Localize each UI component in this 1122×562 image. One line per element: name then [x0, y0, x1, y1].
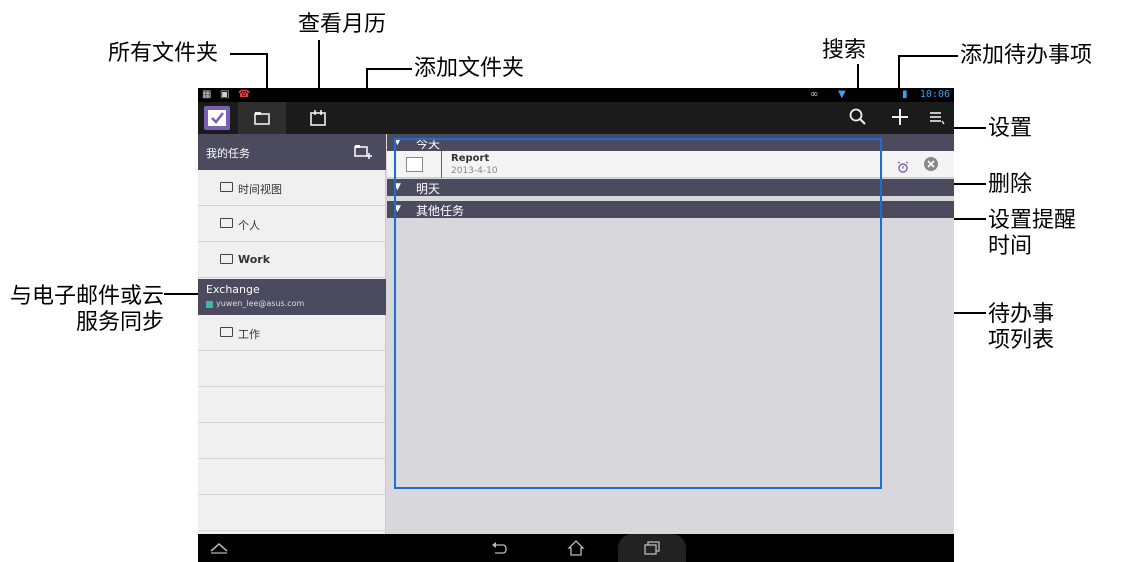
recent-apps-icon — [644, 541, 660, 555]
home-button[interactable] — [563, 534, 589, 562]
add-todo-button[interactable] — [888, 108, 912, 130]
callout-settings: 设置 — [988, 116, 1033, 141]
plus-icon — [892, 109, 908, 125]
todo-list-highlight — [394, 138, 882, 489]
sidebar-item-work-cn[interactable]: 工作 — [198, 315, 386, 351]
my-tasks-label: 我的任务 — [206, 147, 250, 160]
calendar-tab[interactable] — [306, 102, 332, 134]
search-button[interactable] — [846, 108, 870, 130]
bluetooth-icon: ∞ — [810, 89, 819, 100]
callout-sync: 与电子邮件或云服务同步 — [9, 284, 164, 335]
callout-all-folders: 所有文件夹 — [108, 41, 219, 66]
wifi-icon: ▼ — [838, 89, 846, 100]
app-icon — [204, 106, 230, 130]
all-folders-tab[interactable] — [238, 102, 286, 134]
callout-search: 搜索 — [822, 38, 867, 63]
home-icon — [567, 540, 585, 556]
account-color-icon — [206, 301, 213, 308]
action-bar — [198, 102, 954, 134]
notification-icon: ▦ — [202, 89, 212, 100]
settings-button[interactable] — [924, 108, 948, 130]
my-tasks-header[interactable]: 我的任务 — [198, 134, 386, 170]
close-icon — [927, 160, 935, 168]
folder-icon — [220, 327, 233, 337]
sidebar-item-label: 个人 — [238, 219, 260, 232]
callout-todo-list: 待办事项列表 — [988, 302, 1055, 353]
delete-button[interactable] — [924, 157, 938, 171]
recent-apps-button[interactable] — [618, 534, 686, 562]
empty-row — [198, 459, 386, 495]
account-name: Exchange — [206, 283, 260, 296]
set-reminder-button[interactable] — [897, 158, 911, 173]
leader-line — [164, 293, 200, 295]
account-email: yuwen_lee@asus.com — [216, 299, 305, 308]
battery-icon: ▮ — [902, 89, 908, 100]
sidebar-item-time-view[interactable]: 时间视图 — [198, 170, 386, 206]
callout-delete: 删除 — [988, 172, 1033, 197]
add-folder-button[interactable] — [354, 144, 374, 160]
status-bar: ▦ ▣ ☎ ∞ ▼ ▮ 10:06 — [198, 88, 954, 102]
hide-nav-button[interactable] — [206, 534, 232, 562]
folder-icon — [220, 254, 233, 264]
menu-icon — [930, 112, 945, 125]
sidebar-item-personal[interactable]: 个人 — [198, 206, 386, 242]
callout-add-folder: 添加文件夹 — [414, 56, 525, 81]
navigation-bar — [198, 534, 954, 562]
leader-line — [898, 55, 958, 57]
sidebar-item-label: Work — [238, 253, 271, 266]
empty-row — [198, 423, 386, 459]
sidebar-item-label: 工作 — [238, 328, 260, 341]
alarm-icon — [897, 161, 909, 173]
leader-line — [366, 68, 412, 70]
folder-icon — [220, 182, 233, 192]
callout-set-reminder: 设置提醒时间 — [988, 208, 1077, 259]
sidebar-item-label: 时间视图 — [238, 183, 282, 196]
calendar-icon — [310, 110, 326, 126]
missed-call-icon: ☎ — [238, 89, 251, 100]
empty-row — [198, 387, 386, 423]
callout-view-calendar: 查看月历 — [298, 12, 387, 37]
back-button[interactable] — [486, 534, 512, 562]
folder-icon — [254, 112, 270, 125]
chevron-up-icon — [210, 543, 228, 554]
callout-add-todo: 添加待办事项 — [960, 43, 1093, 68]
folder-icon — [220, 218, 233, 228]
image-notification-icon: ▣ — [220, 89, 230, 100]
empty-row — [198, 495, 386, 531]
exchange-account-header[interactable]: Exchange yuwen_lee@asus.com — [198, 279, 386, 315]
sidebar-item-work[interactable]: Work — [198, 242, 386, 278]
status-time: 10:06 — [919, 89, 950, 100]
add-folder-icon — [354, 145, 372, 159]
search-icon — [849, 108, 866, 125]
leader-line — [230, 53, 268, 55]
back-icon — [492, 542, 507, 554]
empty-row — [198, 351, 386, 387]
sidebar: 我的任务 时间视图 个人 Work Exchange yuwen_lee@asu… — [198, 134, 386, 534]
